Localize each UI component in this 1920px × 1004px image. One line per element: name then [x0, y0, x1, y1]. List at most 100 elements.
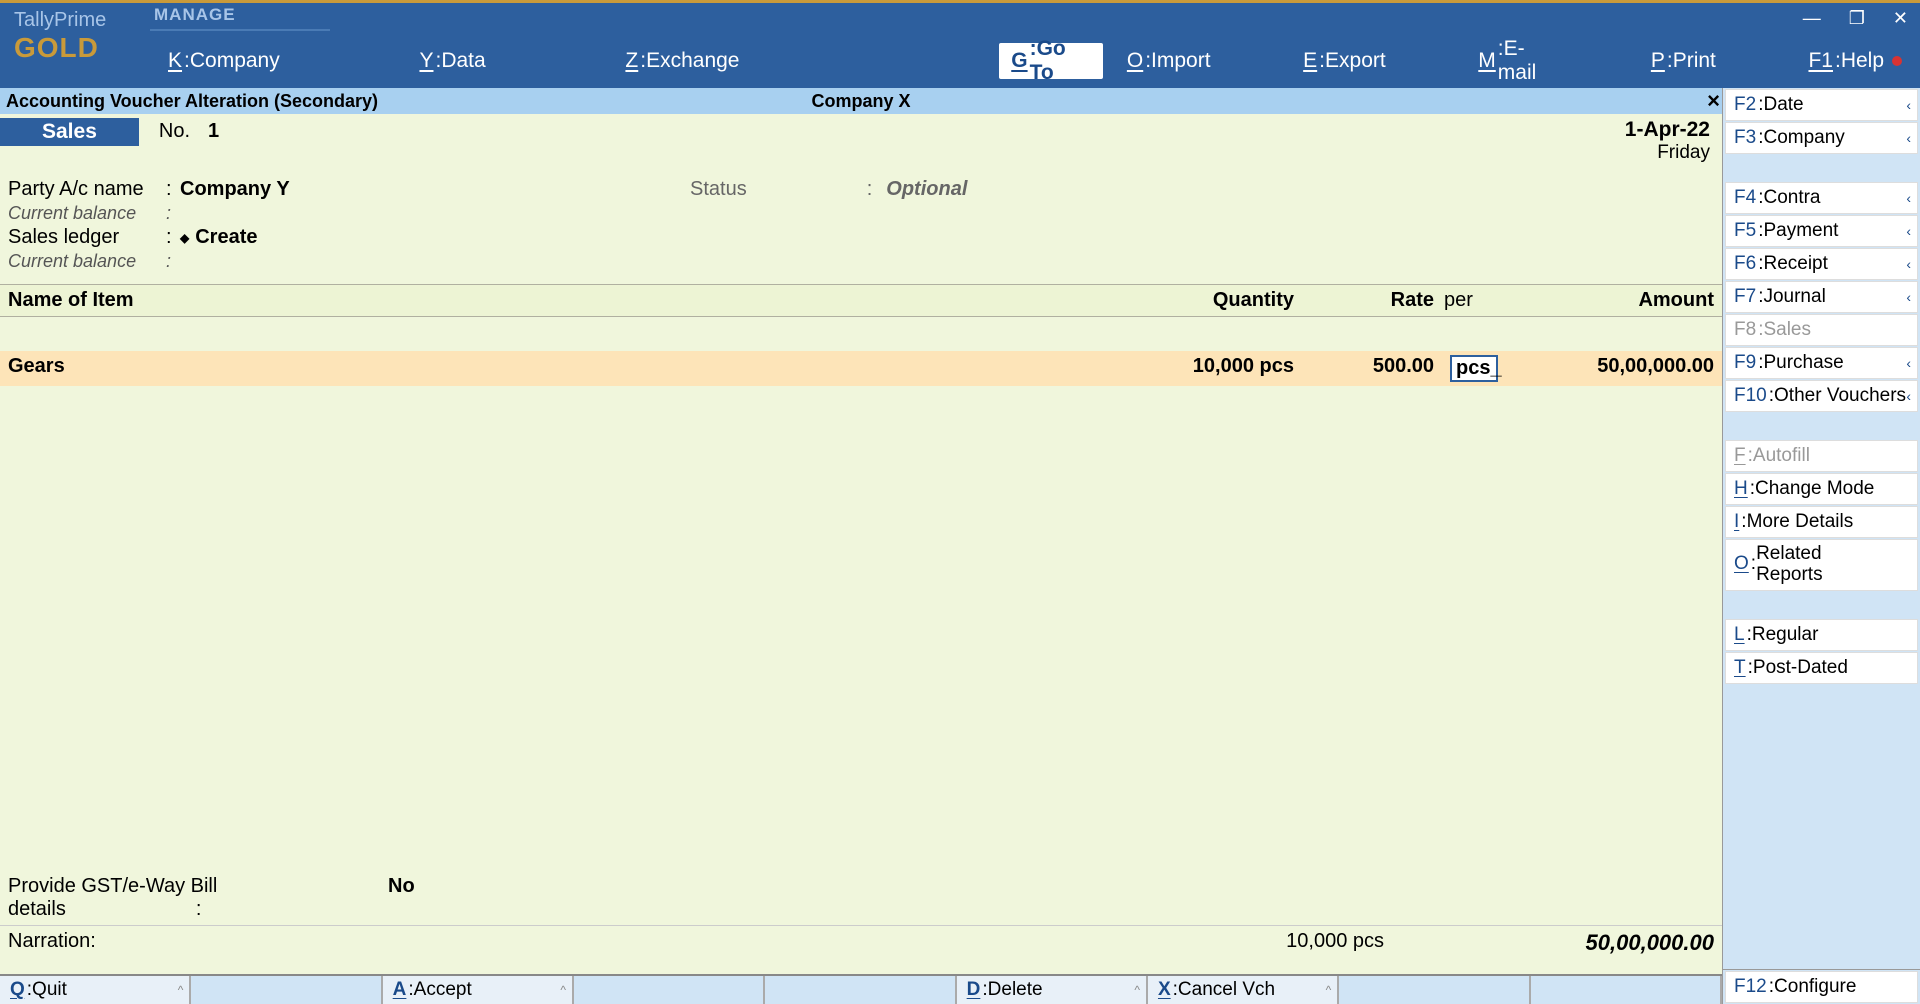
side-group-4: L:RegularT:Post-Dated — [1723, 618, 1920, 685]
party-section: Party A/c name : Company Y Status : Opti… — [0, 170, 1722, 284]
side-panel: F2:Date‹F3:Company‹ F4:Contra‹F5:Payment… — [1722, 88, 1920, 1004]
help-dot-icon — [1892, 56, 1902, 66]
col-name-header: Name of Item — [8, 289, 1114, 312]
close-panel-icon[interactable]: × — [1707, 88, 1720, 114]
menu-exchange[interactable]: Z:Exchange — [607, 34, 757, 88]
narration-label[interactable]: Narration: — [8, 930, 1164, 956]
bottom-btn-empty — [765, 976, 956, 1004]
side-btn-more-details[interactable]: I:More Details — [1725, 506, 1918, 538]
side-btn-autofill: F:Autofill — [1725, 440, 1918, 472]
main-area: Accounting Voucher Alteration (Secondary… — [0, 88, 1722, 1004]
bottom-btn-empty — [191, 976, 382, 1004]
item-per[interactable]: pcs_ — [1434, 355, 1514, 382]
item-rate[interactable]: 500.00 — [1294, 355, 1434, 382]
gst-value[interactable]: No — [388, 875, 415, 921]
menu-help[interactable]: F1:Help — [1790, 34, 1920, 88]
chevron-left-icon: ‹ — [1906, 223, 1911, 239]
chevron-left-icon: ‹ — [1906, 355, 1911, 371]
main-container: Accounting Voucher Alteration (Secondary… — [0, 88, 1920, 1004]
party-name-value[interactable]: Company Y — [180, 178, 290, 201]
item-name[interactable]: Gears — [8, 355, 1114, 382]
menu-print[interactable]: P:Print — [1633, 34, 1734, 88]
bottom-bar: Q:Quit^ A:Accept^ D:Delete^X:Cancel Vch^ — [0, 974, 1722, 1004]
gst-label: Provide GST/e-Way Bill details: — [8, 875, 388, 921]
party-name-label: Party A/c name — [8, 178, 166, 201]
context-bar: Accounting Voucher Alteration (Secondary… — [0, 88, 1722, 114]
window-controls: — ❐ ✕ — [1803, 8, 1908, 29]
chevron-left-icon: ‹ — [1906, 289, 1911, 305]
col-rate-header: Rate — [1294, 289, 1434, 312]
manage-label[interactable]: MANAGE — [150, 5, 330, 31]
top-menu-area: MANAGE — ❐ ✕ K:Company Y:Data Z:Exchange G:… — [150, 3, 1920, 88]
status-label: Status — [690, 178, 747, 201]
bottom-btn-quit[interactable]: Q:Quit^ — [0, 976, 191, 1004]
col-amount-header: Amount — [1514, 289, 1714, 312]
side-group-2: F4:Contra‹F5:Payment‹F6:Receipt‹F7:Journ… — [1723, 181, 1920, 413]
chevron-left-icon: ‹ — [1906, 130, 1911, 146]
chevron-left-icon: ‹ — [1906, 256, 1911, 272]
chevron-left-icon: ‹ — [1906, 97, 1911, 113]
side-btn-company[interactable]: F3:Company‹ — [1725, 122, 1918, 154]
totals-row: Narration: 10,000 pcs 50,00,000.00 — [0, 925, 1722, 974]
side-btn-related-reports[interactable]: O:RelatedReports — [1725, 539, 1918, 591]
side-btn-sales: F8:Sales — [1725, 314, 1918, 346]
close-icon[interactable]: ✕ — [1893, 8, 1908, 29]
voucher-number: No. 1 — [159, 118, 219, 143]
bottom-btn-cancel-vch[interactable]: X:Cancel Vch^ — [1148, 976, 1339, 1004]
voucher-header: Sales No. 1 1-Apr-22 Friday — [0, 114, 1722, 170]
side-btn-purchase[interactable]: F9:Purchase‹ — [1725, 347, 1918, 379]
side-group-3: F:AutofillH:Change ModeI:More DetailsO:R… — [1723, 439, 1920, 592]
item-qty[interactable]: 10,000 pcs — [1114, 355, 1294, 382]
bottom-btn-empty — [574, 976, 765, 1004]
item-grid-header: Name of Item Quantity Rate per Amount — [0, 284, 1722, 317]
side-btn-payment[interactable]: F5:Payment‹ — [1725, 215, 1918, 247]
menu-data[interactable]: Y:Data — [401, 34, 503, 88]
total-amount: 50,00,000.00 — [1384, 930, 1714, 956]
chevron-left-icon: ‹ — [1906, 190, 1911, 206]
col-per-header: per — [1434, 289, 1514, 312]
menu-export[interactable]: E:Export — [1285, 34, 1404, 88]
voucher-type-badge: Sales — [0, 118, 139, 146]
side-group-1: F2:Date‹F3:Company‹ — [1723, 88, 1920, 155]
side-btn-change-mode[interactable]: H:Change Mode — [1725, 473, 1918, 505]
side-btn-other-vouchers[interactable]: F10:Other Vouchers‹ — [1725, 380, 1918, 412]
voucher-no-label: No. — [159, 120, 190, 143]
bottom-btn-delete[interactable]: D:Delete^ — [957, 976, 1148, 1004]
day-value: Friday — [1625, 142, 1710, 164]
sales-ledger-row: Sales ledger : Create — [8, 226, 1714, 249]
brand-area: TallyPrime GOLD — [0, 3, 150, 88]
menu-go-to[interactable]: G:Go To — [999, 43, 1103, 79]
title-bar: TallyPrime GOLD MANAGE — ❐ ✕ K:Company Y:… — [0, 0, 1920, 88]
party-balance-row: Current balance : — [8, 203, 1714, 224]
brand-edition: GOLD — [14, 32, 136, 64]
side-btn-post-dated[interactable]: T:Post-Dated — [1725, 652, 1918, 684]
side-btn-regular[interactable]: L:Regular — [1725, 619, 1918, 651]
col-qty-header: Quantity — [1114, 289, 1294, 312]
party-name-row: Party A/c name : Company Y Status : Opti… — [8, 178, 1714, 201]
chevron-left-icon: ‹ — [1906, 388, 1911, 404]
side-btn-contra[interactable]: F4:Contra‹ — [1725, 182, 1918, 214]
status-value: Optional — [886, 178, 967, 201]
bottom-btn-empty — [1531, 976, 1722, 1004]
menu-company[interactable]: K:Company — [150, 34, 298, 88]
sales-ledger-label: Sales ledger — [8, 226, 166, 249]
sales-ledger-value[interactable]: Create — [180, 226, 258, 249]
context-company: Company X — [811, 91, 910, 112]
party-balance-label: Current balance — [8, 203, 166, 224]
per-input[interactable]: pcs_ — [1450, 355, 1498, 382]
side-btn-date[interactable]: F2:Date‹ — [1725, 89, 1918, 121]
menu-e-mail[interactable]: M:E-mail — [1460, 34, 1576, 88]
bottom-btn-accept[interactable]: A:Accept^ — [383, 976, 574, 1004]
menu-import[interactable]: O:Import — [1109, 34, 1229, 88]
maximize-icon[interactable]: ❐ — [1849, 8, 1865, 29]
ledger-balance-row: Current balance : — [8, 251, 1714, 272]
side-btn-receipt[interactable]: F6:Receipt‹ — [1725, 248, 1918, 280]
context-title: Accounting Voucher Alteration (Secondary… — [6, 91, 378, 112]
item-row[interactable]: Gears 10,000 pcs 500.00 pcs_ 50,00,000.0… — [0, 351, 1722, 386]
item-amount: 50,00,000.00 — [1514, 355, 1714, 382]
side-btn-journal[interactable]: F7:Journal‹ — [1725, 281, 1918, 313]
side-btn-configure[interactable]: F12:Configure — [1725, 971, 1918, 1003]
voucher-date: 1-Apr-22 Friday — [1625, 118, 1714, 164]
manage-row: MANAGE — ❐ ✕ — [150, 3, 1920, 34]
minimize-icon[interactable]: — — [1803, 8, 1821, 29]
